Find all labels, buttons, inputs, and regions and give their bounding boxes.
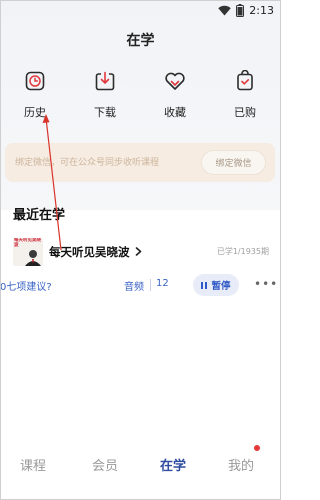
lesson-type: 音频 xyxy=(124,282,144,293)
lesson-duration: 12 xyxy=(156,278,169,289)
notification-badge xyxy=(254,445,261,451)
battery-icon xyxy=(236,3,245,17)
tab-learning[interactable]: 在学 xyxy=(160,445,186,483)
quick-action-label: 已购 xyxy=(234,106,256,119)
bind-wechat-button[interactable]: 绑定微信 xyxy=(201,150,266,175)
tab-mine-label: 我的 xyxy=(228,458,255,474)
pause-button[interactable]: 暂停 xyxy=(193,274,239,296)
tab-membership[interactable]: 会员 xyxy=(92,445,118,483)
course-title[interactable]: 每天听见吴晓波 xyxy=(49,244,130,260)
banner-text: 绑定微信，可在公众号同步收听课程 xyxy=(15,158,160,168)
heart-icon xyxy=(165,72,185,90)
download-icon xyxy=(95,71,115,91)
quick-action-favorites[interactable]: 收藏 xyxy=(155,70,195,125)
tab-mine[interactable]: 我的 xyxy=(228,445,261,483)
quick-action-purchased[interactable]: 已购 xyxy=(225,70,265,125)
bottom-tab-bar: 课程 会员 在学 我的 xyxy=(0,445,281,500)
status-icons: 2:13 xyxy=(218,2,274,18)
course-thumbnail[interactable]: 每天听见吴晓波 xyxy=(13,238,43,266)
page-title: 在学 xyxy=(126,33,155,49)
pause-icon xyxy=(201,281,208,289)
wifi-icon xyxy=(218,5,231,15)
quick-action-history[interactable]: 历史 xyxy=(15,70,55,125)
quick-action-label: 历史 xyxy=(24,106,46,119)
quick-action-label: 收藏 xyxy=(164,106,186,119)
divider xyxy=(150,279,151,291)
lesson-title[interactable]: 0七项建议? xyxy=(0,278,52,293)
person-icon xyxy=(25,250,41,266)
status-bar: 2:13 xyxy=(0,0,281,20)
quick-action-label: 下载 xyxy=(94,106,116,119)
clock-icon xyxy=(25,71,45,91)
course-progress: 已学1/1935期 xyxy=(216,247,269,256)
section-title: 最近在学 xyxy=(13,208,66,223)
pause-label: 暂停 xyxy=(211,281,231,292)
lesson-row[interactable]: 0七项建议? 音频 12 暂停 ••• xyxy=(0,270,281,300)
purchased-icon xyxy=(237,70,253,91)
quick-action-download[interactable]: 下载 xyxy=(85,70,125,125)
status-time: 2:13 xyxy=(249,3,274,17)
tab-courses[interactable]: 课程 xyxy=(20,445,46,483)
chevron-right-icon[interactable] xyxy=(135,247,142,256)
bind-wechat-banner: 绑定微信，可在公众号同步收听课程 绑定微信 xyxy=(5,143,275,182)
more-options-button[interactable]: ••• xyxy=(254,277,277,291)
